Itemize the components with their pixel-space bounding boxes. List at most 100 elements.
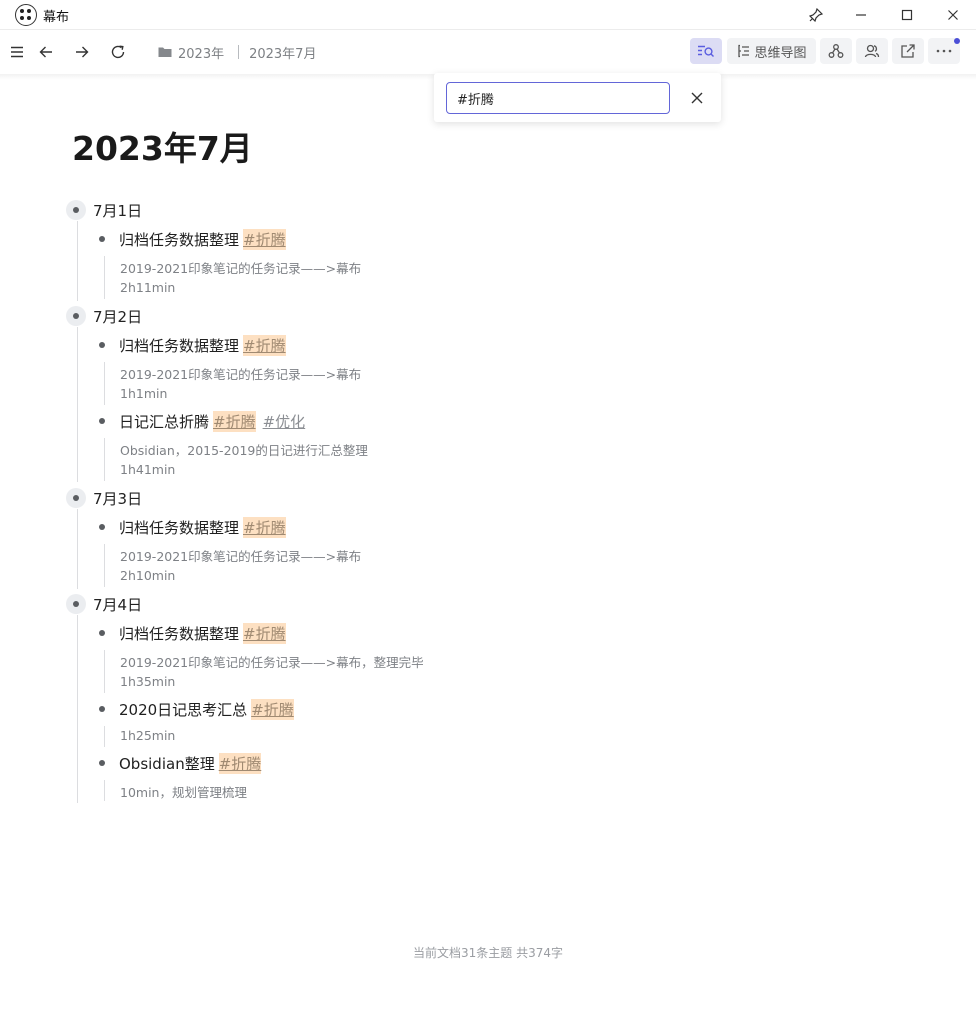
mindmap-icon xyxy=(738,44,750,58)
item-text: Obsidian整理 xyxy=(119,754,215,773)
list-item[interactable]: 归档任务数据整理 #折腾 xyxy=(99,228,286,250)
minimize-button[interactable] xyxy=(838,0,884,30)
bullet-icon xyxy=(99,418,105,424)
maximize-icon xyxy=(901,9,913,21)
breadcrumb: 2023年 2023年7月 xyxy=(158,43,316,62)
item-text: 归档任务数据整理 xyxy=(119,624,240,643)
date-label: 7月1日 xyxy=(93,201,143,220)
list-item[interactable]: Obsidian整理 #折腾 xyxy=(99,752,262,774)
date-label: 7月2日 xyxy=(93,307,143,326)
pin-button[interactable] xyxy=(793,0,839,30)
list-item[interactable]: 日记汇总折腾 #折腾 #优化 xyxy=(99,410,305,432)
tag-link[interactable]: #折腾 xyxy=(243,622,286,644)
tag-link[interactable]: #折腾 xyxy=(218,752,262,774)
close-icon xyxy=(691,92,703,104)
close-icon xyxy=(948,10,958,20)
date-label: 7月3日 xyxy=(93,489,143,508)
date-label: 7月4日 xyxy=(93,595,143,614)
item-note: 2019-2021印象笔记的任务记录——>幕布 xyxy=(120,549,362,564)
outline-guide xyxy=(77,221,78,301)
collab-button[interactable] xyxy=(856,38,888,64)
item-note: 2019-2021印象笔记的任务记录——>幕布 xyxy=(120,367,362,382)
item-note: 1h25min xyxy=(120,728,176,743)
bullet-icon xyxy=(99,524,105,530)
toolbar: 2023年 2023年7月 思维导图 xyxy=(0,30,976,74)
list-item[interactable]: 归档任务数据整理 #折腾 xyxy=(99,516,286,538)
menu-icon xyxy=(11,46,23,58)
doc-title[interactable]: 2023年7月 xyxy=(72,122,253,170)
note-guide xyxy=(104,256,105,299)
notification-dot xyxy=(954,38,960,44)
app-logo-icon xyxy=(15,4,37,26)
outline-date-node[interactable]: 7月3日 xyxy=(66,487,142,509)
tag-link[interactable]: #折腾 xyxy=(251,698,294,720)
list-item[interactable]: 归档任务数据整理 #折腾 xyxy=(99,334,286,356)
note-guide xyxy=(104,726,105,747)
folder-icon xyxy=(158,47,172,57)
collapse-bullet[interactable] xyxy=(66,594,86,614)
tag-link[interactable]: #折腾 xyxy=(243,228,286,250)
item-note: 1h41min xyxy=(120,462,176,477)
more-icon xyxy=(936,49,952,53)
note-guide xyxy=(104,438,105,481)
item-note: 1h35min xyxy=(120,674,176,689)
refresh-button[interactable] xyxy=(104,38,132,66)
bullet-icon xyxy=(99,706,105,712)
minimize-icon xyxy=(856,14,866,16)
collapse-bullet[interactable] xyxy=(66,306,86,326)
list-item[interactable]: 归档任务数据整理 #折腾 xyxy=(99,622,286,644)
mindmap-label: 思维导图 xyxy=(754,45,807,61)
tag-link[interactable]: #折腾 xyxy=(213,410,256,432)
outline-guide xyxy=(77,327,78,482)
breadcrumb-doc[interactable]: 2023年7月 xyxy=(249,43,316,62)
item-text: 日记汇总折腾 xyxy=(119,412,210,431)
search-close-button[interactable] xyxy=(686,87,708,109)
graph-button[interactable] xyxy=(820,38,852,64)
search-doc-icon xyxy=(698,45,714,57)
bullet-icon xyxy=(99,760,105,766)
graph-icon xyxy=(828,44,844,58)
share-icon xyxy=(901,44,915,58)
item-note: 10min，规划管理梳理 xyxy=(120,785,247,800)
item-note: 2h11min xyxy=(120,280,176,295)
item-text: 归档任务数据整理 xyxy=(119,518,240,537)
back-button[interactable] xyxy=(32,38,60,66)
note-guide xyxy=(104,650,105,693)
item-note: 2h10min xyxy=(120,568,176,583)
pin-icon xyxy=(809,8,823,22)
note-guide xyxy=(104,780,105,801)
search-doc-button[interactable] xyxy=(690,38,722,64)
bullet-icon xyxy=(99,630,105,636)
collapse-bullet[interactable] xyxy=(66,200,86,220)
list-item[interactable]: 2020日记思考汇总 #折腾 xyxy=(99,698,294,720)
item-text: 2020日记思考汇总 xyxy=(119,700,248,719)
breadcrumb-separator xyxy=(238,45,240,59)
outline-date-node[interactable]: 7月4日 xyxy=(66,593,142,615)
close-window-button[interactable] xyxy=(930,0,976,30)
outline-date-node[interactable]: 7月1日 xyxy=(66,199,142,221)
back-icon xyxy=(39,46,52,58)
note-guide xyxy=(104,362,105,405)
note-guide xyxy=(104,544,105,587)
share-button[interactable] xyxy=(892,38,924,64)
menu-button[interactable] xyxy=(3,38,31,66)
search-input[interactable] xyxy=(446,82,670,114)
item-note: 1h1min xyxy=(120,386,168,401)
bullet-icon xyxy=(99,342,105,348)
collab-icon xyxy=(864,44,880,58)
tag-link[interactable]: #折腾 xyxy=(243,334,286,356)
tag-link[interactable]: #折腾 xyxy=(243,516,286,538)
collapse-bullet[interactable] xyxy=(66,488,86,508)
item-note: Obsidian，2015-2019的日记进行汇总整理 xyxy=(120,443,368,458)
breadcrumb-folder[interactable]: 2023年 xyxy=(178,43,224,62)
mindmap-button[interactable]: 思维导图 xyxy=(727,38,816,64)
tag-link[interactable]: #优化 xyxy=(263,411,306,432)
outline-guide xyxy=(77,509,78,589)
item-text: 归档任务数据整理 xyxy=(119,230,240,249)
forward-icon xyxy=(76,46,89,58)
forward-button[interactable] xyxy=(68,38,96,66)
maximize-button[interactable] xyxy=(884,0,930,30)
outline-guide xyxy=(77,615,78,803)
outline-date-node[interactable]: 7月2日 xyxy=(66,305,142,327)
title-bar: 幕布 xyxy=(0,0,976,30)
